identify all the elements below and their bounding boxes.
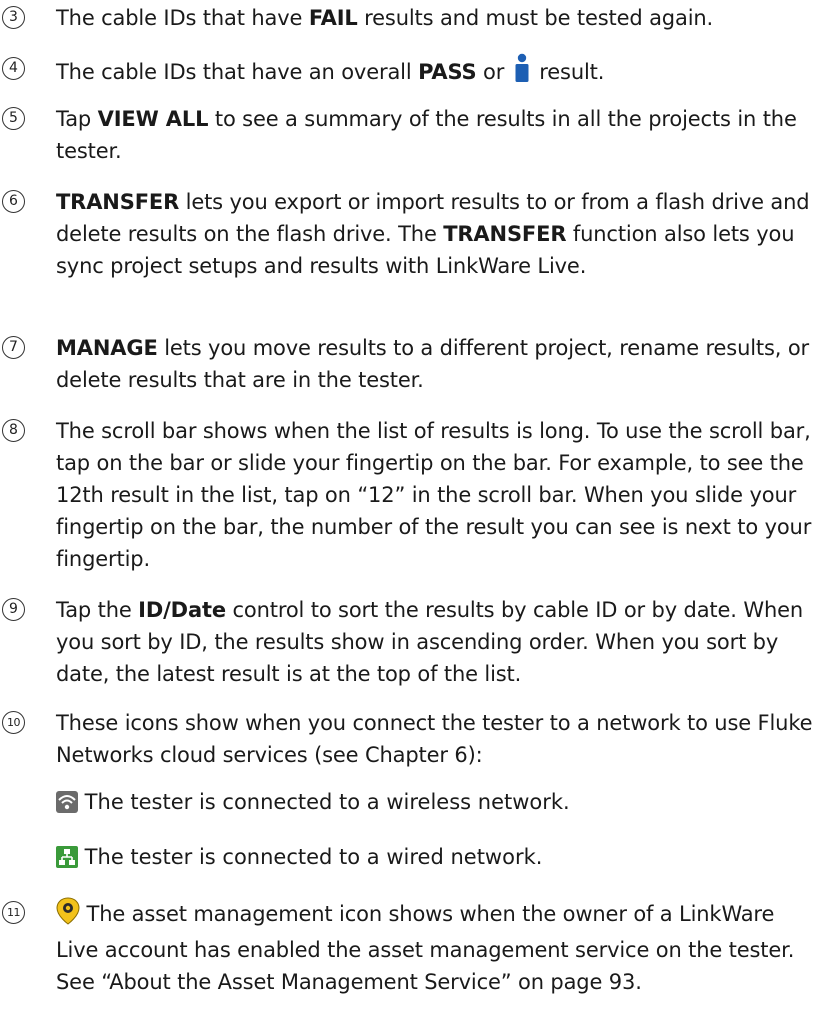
callout-number: 4 — [2, 57, 25, 80]
item-text: Tap the ID/Date control to sort the resu… — [56, 598, 804, 686]
callout-number: 5 — [2, 107, 25, 130]
item-text: TRANSFER lets you export or import resul… — [56, 190, 810, 278]
item-text: These icons show when you connect the te… — [56, 711, 813, 767]
wired-line: The tester is connected to a wired netwo… — [56, 841, 822, 877]
callout-number: 9 — [2, 598, 25, 621]
asset-management-icon — [56, 897, 80, 934]
item-text: The cable IDs that have an overall PASS … — [56, 53, 822, 92]
callout-number: 8 — [2, 419, 25, 442]
callout-number: 7 — [2, 336, 25, 359]
callout-number: 3 — [2, 6, 25, 29]
callout-number: 10 — [2, 711, 25, 734]
item-text: MANAGE lets you move results to a differ… — [56, 336, 810, 392]
wired-network-icon — [56, 845, 78, 877]
info-person-icon — [511, 53, 533, 92]
item-text: The scroll bar shows when the list of re… — [56, 419, 812, 571]
wireless-line: The tester is connected to a wireless ne… — [56, 786, 822, 822]
callout-number: 6 — [2, 190, 25, 213]
wireless-icon — [56, 790, 78, 822]
callout-number: 11 — [2, 901, 25, 924]
item-text: The asset management icon shows when the… — [56, 897, 822, 998]
item-text: Tap VIEW ALL to see a summary of the res… — [56, 107, 797, 163]
manual-page: 3 The cable IDs that have FAIL results a… — [0, 0, 830, 1019]
item-text: The cable IDs that have FAIL results and… — [56, 6, 714, 30]
